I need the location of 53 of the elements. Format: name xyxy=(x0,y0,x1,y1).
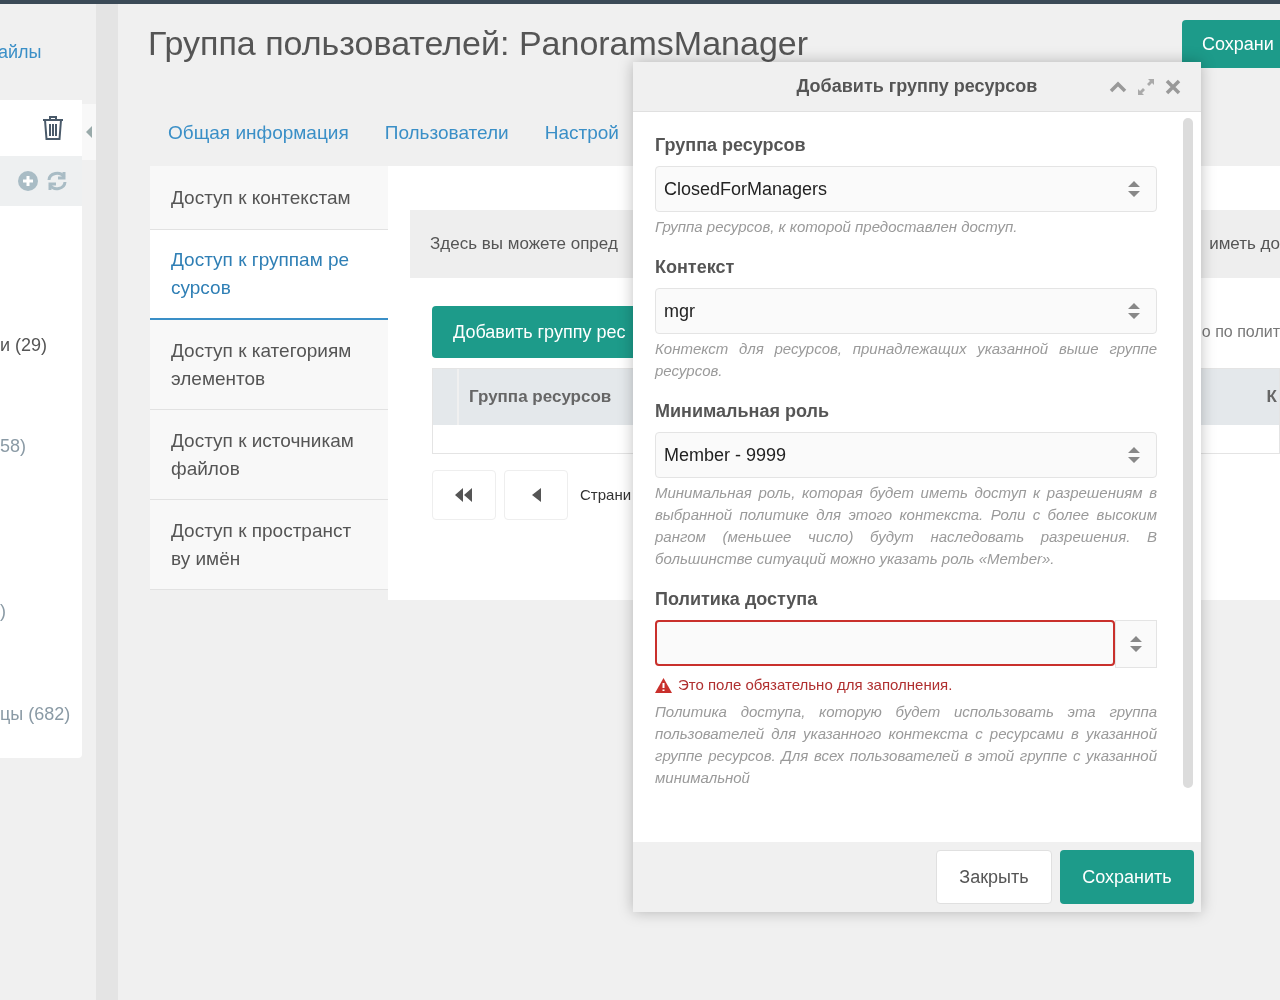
previous-page-button[interactable] xyxy=(504,470,568,520)
help-text: Политика доступа, которую будет использовать эта группа пользователей для указанного контекста с ресурсами в указанной группе ресурсов. Для всех пользователей в этой группе с указанной минимальной xyxy=(655,701,1157,788)
tab[interactable]: Пользователи xyxy=(384,118,509,148)
select-field[interactable]: mgr xyxy=(655,288,1157,334)
help-text: Группа ресурсов, к которой предоставлен доступ. xyxy=(655,217,1019,237)
vertical-tab[interactable]: Доступ к источникам файлов xyxy=(150,410,388,500)
scrollbar[interactable] xyxy=(1183,118,1193,788)
double-left-arrow-icon xyxy=(455,488,473,502)
vertical-tab[interactable]: Доступ к пространст ву имён xyxy=(150,500,388,590)
tab[interactable]: Настрой xyxy=(544,118,619,148)
dialog-title: Добавить группу ресурсов xyxy=(796,75,1038,98)
trash-icon[interactable] xyxy=(42,115,64,141)
collapse-handle[interactable] xyxy=(82,104,96,160)
tree-item[interactable]: и (29) xyxy=(0,332,82,359)
field-label: Политика доступа xyxy=(655,588,819,611)
field-label: Группа ресурсов xyxy=(655,134,807,157)
vertical-tab[interactable]: Доступ к контекстам xyxy=(150,166,388,230)
tree-item[interactable]: ) xyxy=(0,598,82,625)
refresh-icon[interactable] xyxy=(46,171,68,191)
pager-label: Страни xyxy=(579,484,632,505)
column-header[interactable]: К xyxy=(1266,384,1279,410)
first-page-button[interactable] xyxy=(432,470,496,520)
row-text: о по полит xyxy=(1201,322,1280,342)
sort-arrows-icon xyxy=(1130,636,1142,652)
select-field[interactable] xyxy=(655,620,1115,666)
vertical-tab[interactable]: Доступ к категориям элементов xyxy=(150,320,388,410)
close-icon[interactable] xyxy=(1165,78,1181,95)
add-icon[interactable] xyxy=(18,171,38,191)
help-text: Минимальная роль, которая будет иметь доступ к разрешениям в выбранной политике для этого контекста. Роли с более высоким рангом (меньшее число) будут наследовать разрешения. В большинстве ситуаций можно указать роль «Member». xyxy=(655,483,1157,569)
dropdown-trigger[interactable] xyxy=(1115,620,1157,668)
description-text: иметь до xyxy=(1209,233,1280,256)
description-text: Здесь вы можете опред xyxy=(430,233,618,256)
field-label: Контекст xyxy=(655,256,736,279)
sort-arrows-icon xyxy=(1128,447,1140,463)
sort-arrows-icon xyxy=(1128,181,1140,197)
sort-arrows-icon xyxy=(1128,303,1140,319)
column-header[interactable]: Группа ресурсов xyxy=(459,384,612,410)
warning-icon xyxy=(655,677,672,693)
select-field[interactable]: ClosedForManagers xyxy=(655,166,1157,212)
left-arrow-icon xyxy=(531,488,541,502)
save-button[interactable]: Сохрани xyxy=(1182,20,1280,68)
save-button[interactable]: Сохранить xyxy=(1060,850,1194,904)
field-label: Минимальная роль xyxy=(655,400,830,423)
error-message: Это поле обязательно для заполнения. xyxy=(678,675,953,695)
tree-item[interactable]: цы (682) xyxy=(0,701,82,728)
tab[interactable]: Общая информация xyxy=(168,118,349,148)
maximize-icon[interactable] xyxy=(1137,77,1155,96)
close-button[interactable]: Закрыть xyxy=(936,850,1052,904)
tree-item[interactable]: 58) xyxy=(0,433,82,460)
collapse-icon[interactable] xyxy=(1109,80,1127,93)
page-title: Группа пользователей: PanoramsManager xyxy=(147,23,809,60)
vertical-tab[interactable]: Доступ к группам ре сурсов xyxy=(150,230,388,320)
select-field[interactable]: Member - 9999 xyxy=(655,432,1157,478)
